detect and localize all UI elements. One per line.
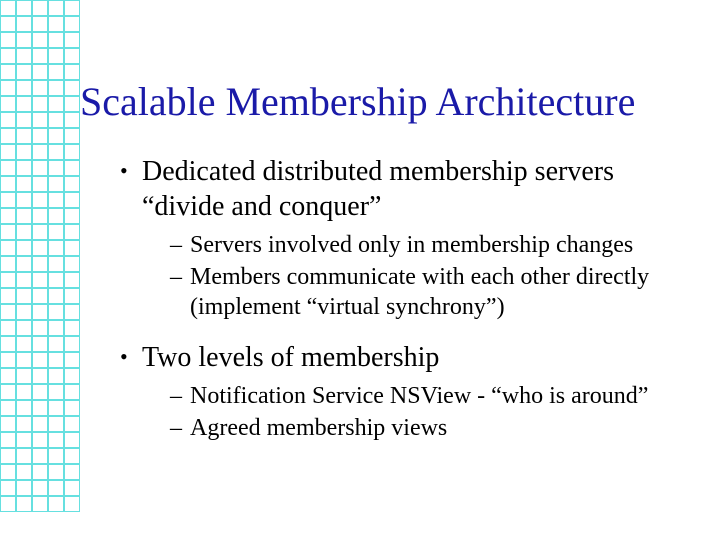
slide-content: Scalable Membership Architecture Dedicat… [0,0,720,443]
bullet-item: Dedicated distributed membership servers… [120,154,680,322]
sub-bullet-text: Notification Service NSView - “who is ar… [190,383,648,409]
sub-bullet-item: Servers involved only in membership chan… [170,230,680,260]
bullet-item: Two levels of membership Notification Se… [120,340,680,443]
sub-bullet-item: Notification Service NSView - “who is ar… [170,381,680,411]
sub-bullet-item: Members communicate with each other dire… [170,262,680,322]
sub-bullet-list: Servers involved only in membership chan… [142,230,680,322]
bullet-list: Dedicated distributed membership servers… [80,154,680,443]
slide-title: Scalable Membership Architecture [80,80,680,124]
sub-bullet-item: Agreed membership views [170,413,680,443]
sub-bullet-text: Servers involved only in membership chan… [190,232,633,258]
sub-bullet-list: Notification Service NSView - “who is ar… [142,381,680,443]
bullet-text: Two levels of membership [142,342,439,373]
sub-bullet-text: Agreed membership views [190,415,447,441]
bullet-text: Dedicated distributed membership servers… [142,156,614,222]
sub-bullet-text: Members communicate with each other dire… [190,264,649,320]
